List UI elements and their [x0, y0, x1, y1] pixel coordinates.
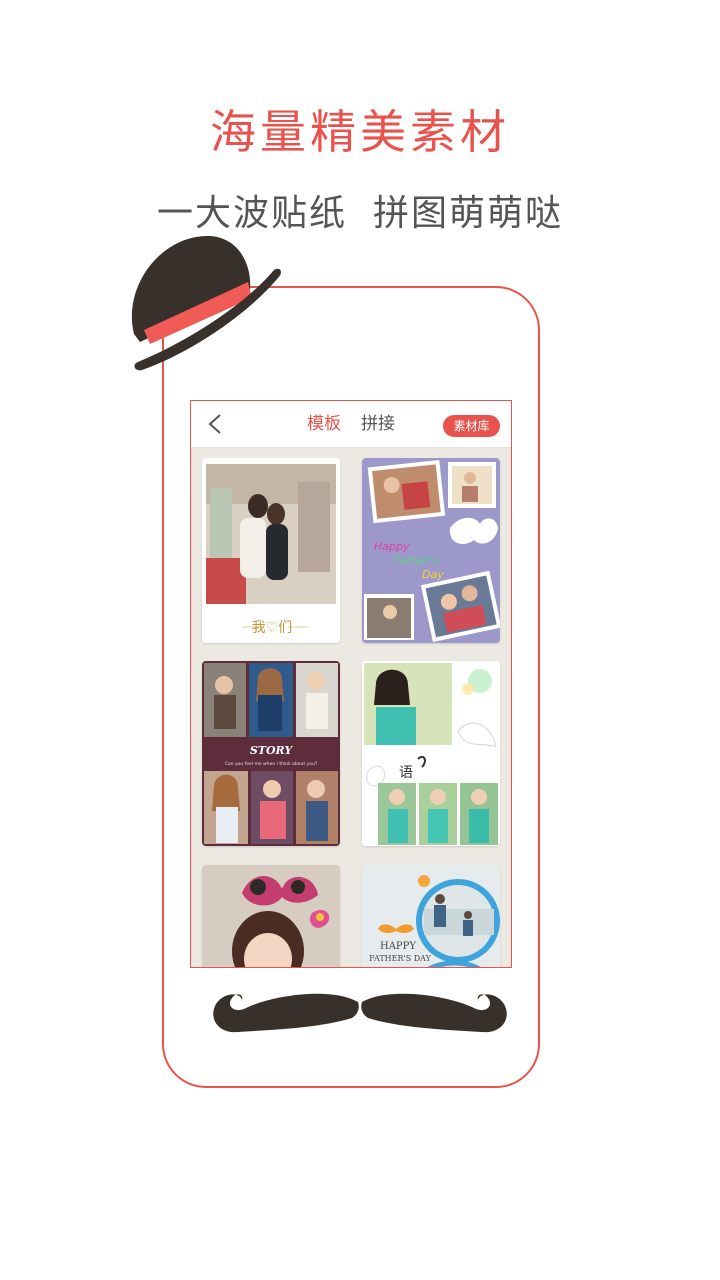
- template-caption: 我♡们: [252, 620, 293, 636]
- back-arrow-icon[interactable]: [207, 413, 223, 435]
- template-grid: 我♡们 Happy Father's Day STORY Can you fee…: [191, 447, 511, 967]
- promo-headline: 海量精美素材: [210, 105, 510, 159]
- tab-collage[interactable]: 拼接: [361, 414, 395, 434]
- tab-template[interactable]: 模板: [307, 414, 341, 434]
- template-card[interactable]: HAPPY FATHER'S DAY: [362, 865, 500, 967]
- template-thumbnail: 语: [362, 661, 500, 846]
- template-card[interactable]: [202, 865, 340, 967]
- template-card[interactable]: Happy Father's Day: [362, 458, 500, 643]
- template-caption: STORY: [250, 744, 294, 757]
- template-caption-line: Happy: [374, 540, 410, 553]
- template-caption: 语: [399, 765, 413, 781]
- template-thumbnail: [202, 865, 340, 967]
- material-library-button[interactable]: 素材库: [443, 415, 500, 437]
- template-caption-line: Day: [422, 568, 444, 581]
- promo-subline-part2: 拼图萌萌哒: [373, 193, 564, 234]
- app-screen: 模板 拼接 素材库 我♡们 Happy Father's Day STORY C…: [190, 400, 512, 968]
- template-card[interactable]: 语: [362, 661, 500, 846]
- app-top-bar: 模板 拼接 素材库: [191, 401, 511, 448]
- template-card[interactable]: STORY Can you feel me when I think about…: [202, 661, 340, 846]
- bowler-hat-icon: [131, 235, 281, 371]
- template-caption-line: HAPPY: [380, 941, 416, 952]
- template-card[interactable]: 我♡们: [202, 458, 340, 643]
- template-thumbnail: HAPPY FATHER'S DAY: [362, 865, 500, 967]
- template-thumbnail: Happy Father's Day: [362, 458, 500, 643]
- template-subcaption: Can you feel me when I think about you?: [225, 761, 318, 767]
- template-caption-line: FATHER'S DAY: [369, 954, 431, 963]
- template-thumbnail: 我♡们: [202, 458, 340, 643]
- promo-subline: 一大波贴纸 拼图萌萌哒: [0, 184, 720, 236]
- template-thumbnail: STORY Can you feel me when I think about…: [202, 661, 340, 846]
- template-caption-line: Father's: [394, 554, 439, 567]
- mustache-icon: [213, 993, 507, 1033]
